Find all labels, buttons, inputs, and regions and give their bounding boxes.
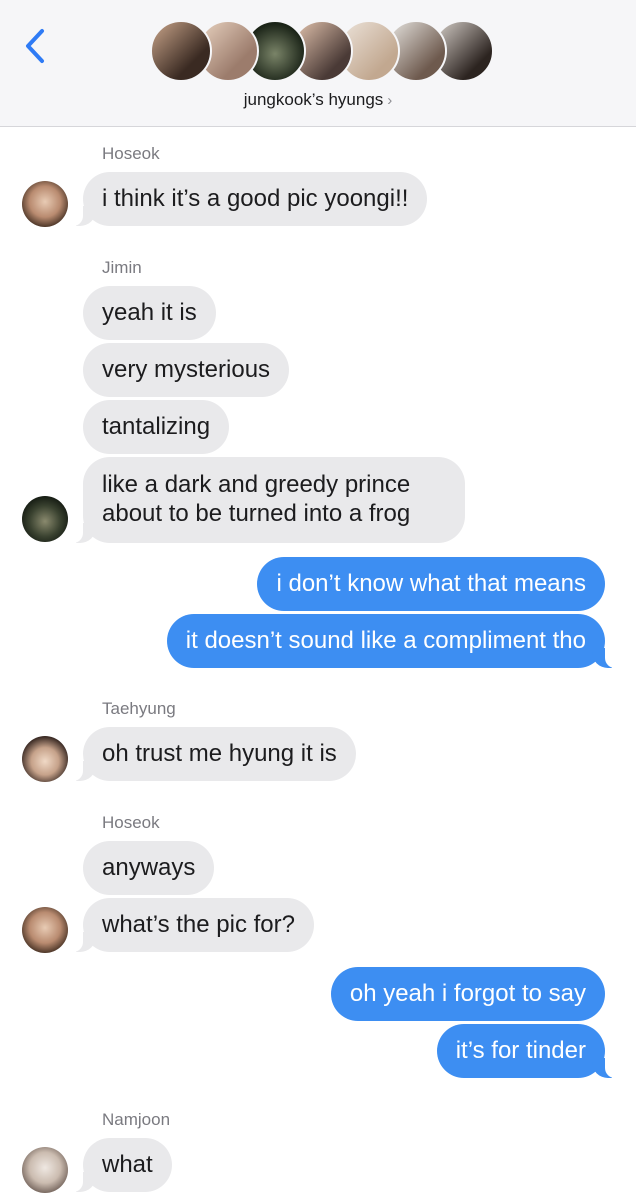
sender-name: Namjoon [102,1110,171,1129]
incoming-message[interactable]: anyways [83,841,215,895]
avatar-taehyung [22,736,68,782]
sender-name: Jimin [102,258,142,277]
incoming-message[interactable]: oh trust me hyung it is [71,727,356,781]
group-name: jungkook’s hyungs [243,90,384,109]
back-button[interactable] [18,26,54,66]
outgoing-message[interactable]: it’s for tinder [436,1024,618,1078]
incoming-message[interactable]: like a dark and greedy prince about to b… [71,457,465,543]
sender-name: Hoseok [102,813,160,832]
incoming-message[interactable]: i think it’s a good pic yoongi!! [70,172,428,226]
outgoing-message[interactable]: oh yeah i forgot to say [330,967,605,1021]
incoming-message[interactable]: tantalizing [83,400,230,454]
avatar-namjoon [22,1147,68,1193]
incoming-message[interactable]: what [71,1138,172,1192]
avatar-jimin [22,496,68,542]
chevron-right-icon: › [387,92,393,109]
avatar-hoseok [22,907,68,953]
group-avatar [150,20,212,82]
group-avatars[interactable] [150,20,494,82]
sender-name: Taehyung [102,699,176,718]
incoming-message[interactable]: yeah it is [83,286,216,340]
chevron-left-icon [26,29,44,63]
sender-name: Hoseok [102,144,160,163]
group-name-button[interactable]: jungkook’s hyungs › [0,90,636,110]
outgoing-message[interactable]: it doesn’t sound like a compliment tho [166,614,618,668]
incoming-message[interactable]: very mysterious [83,343,290,397]
avatar-hoseok [22,181,68,227]
incoming-message[interactable]: what’s the pic for? [71,898,314,952]
outgoing-message[interactable]: i don’t know what that means [257,557,605,611]
conversation-header: jungkook’s hyungs › [0,0,636,127]
